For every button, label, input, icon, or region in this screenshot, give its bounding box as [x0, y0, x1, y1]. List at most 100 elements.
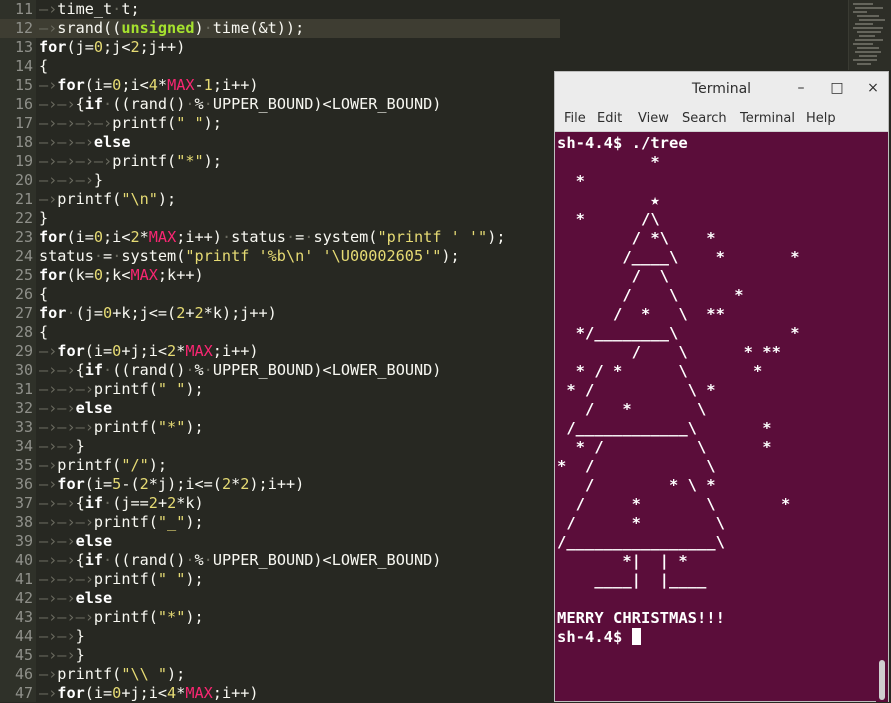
terminal-titlebar[interactable]: Terminal – □ ×	[555, 72, 888, 106]
code-line[interactable]: 22}	[0, 209, 560, 228]
line-source: —›for(i=0+j;i<2*MAX;i++)	[39, 342, 259, 360]
terminal-window[interactable]: Terminal – □ × File Edit View Search Ter…	[554, 71, 889, 702]
code-line[interactable]: 42 —›—›else	[0, 589, 560, 608]
code-line[interactable]: 26 {	[0, 285, 560, 304]
minimize-button[interactable]: –	[792, 79, 810, 97]
maximize-button[interactable]: □	[828, 79, 846, 97]
terminal-scrollbar[interactable]	[876, 132, 888, 702]
menu-terminal[interactable]: Terminal	[740, 111, 795, 126]
line-source: —›—›else	[39, 589, 113, 607]
line-source: —›—›}	[39, 437, 85, 455]
code-line[interactable]: 45 —›—›}	[0, 646, 560, 665]
line-source: —›—›else	[39, 399, 113, 417]
code-line[interactable]: 31 —›—›—›printf(" ");	[0, 380, 560, 399]
code-line[interactable]: 13 for(j=0;j<2;j++)	[0, 38, 560, 57]
code-line[interactable]: 27 for·(j=0+k;j<=(2+2*k);j++)	[0, 304, 560, 323]
line-source: —›for(i=0;i<4*MAX-1;i++)	[39, 76, 259, 94]
code-line[interactable]: 18 —›—›—›else	[0, 133, 560, 152]
minimap-line	[857, 47, 879, 49]
code-line[interactable]: 43 —›—›—›printf("*");	[0, 608, 560, 627]
scrollbar-thumb[interactable]	[879, 660, 885, 700]
line-source: —›—›{if·((rand()·%·UPPER_BOUND)<LOWER_BO…	[39, 95, 442, 113]
code-line[interactable]: 20 —›—›—›}	[0, 171, 560, 190]
minimap[interactable]	[848, 0, 891, 70]
menu-search[interactable]: Search	[682, 111, 727, 126]
line-source: —›—›{if·((rand()·%·UPPER_BOUND)<LOWER_BO…	[39, 361, 442, 379]
line-source: for(i=0;i<2*MAX;i++)·status·=·system("pr…	[39, 228, 506, 246]
line-number: 31	[14, 380, 33, 398]
terminal-line: / * \	[557, 514, 725, 532]
code-line[interactable]: 28 {	[0, 323, 560, 342]
line-number: 28	[14, 323, 33, 341]
code-line[interactable]: 47 —›for(i=0+j;i<4*MAX;i++)	[0, 684, 560, 703]
line-number: 15	[14, 76, 33, 94]
terminal-line: /____________\ *	[557, 419, 772, 437]
line-source: —›for(i=0+j;i<4*MAX;i++)	[39, 684, 259, 702]
line-number: 23	[14, 228, 33, 246]
text-cursor	[631, 628, 641, 645]
terminal-line: */________\ *	[557, 324, 800, 342]
code-line[interactable]: 24 status·=·system("printf '%b\n' '\U0000…	[0, 247, 560, 266]
code-line[interactable]: 36 —›for(i=5-(2*j);i<=(2*2);i++)	[0, 475, 560, 494]
line-number: 36	[14, 475, 33, 493]
terminal-line: * / * \ *	[557, 362, 763, 380]
line-source: —›—›—›printf("*");	[39, 418, 204, 436]
menu-file[interactable]: File	[564, 111, 586, 126]
code-line[interactable]: 16 —›—›{if·((rand()·%·UPPER_BOUND)<LOWER_…	[0, 95, 560, 114]
code-line[interactable]: 19 —›—›—›—›printf("*");	[0, 152, 560, 171]
line-source: —›printf("\\ ");	[39, 665, 186, 683]
line-source: —›—›—›printf(" ");	[39, 570, 204, 588]
close-button[interactable]: ×	[864, 79, 882, 97]
code-line[interactable]: 17 —›—›—›—›printf(" ");	[0, 114, 560, 133]
line-number: 12	[14, 19, 33, 37]
code-line[interactable]: 38 —›—›—›printf("_");	[0, 513, 560, 532]
code-line[interactable]: 34 —›—›}	[0, 437, 560, 456]
minimap-line	[857, 31, 881, 33]
code-line[interactable]: 46 —›printf("\\ ");	[0, 665, 560, 684]
line-source: {	[39, 323, 49, 341]
line-source: —›—›}	[39, 646, 85, 664]
line-number: 37	[14, 494, 33, 512]
line-source: —›time_t·t;	[39, 0, 140, 18]
terminal-line: / *\ *	[557, 229, 716, 247]
line-source: —›—›else	[39, 532, 113, 550]
code-line[interactable]: 23 for(i=0;i<2*MAX;i++)·status·=·system("…	[0, 228, 560, 247]
terminal-output[interactable]: sh-4.4$ ./tree * * ★ * /\ / *\ * /____\ …	[555, 132, 875, 702]
code-line[interactable]: 37 —›—›{if·(j==2+2*k)	[0, 494, 560, 513]
terminal-line: / \ * **	[557, 343, 781, 361]
menu-view[interactable]: View	[638, 111, 669, 126]
code-line[interactable]: 39 —›—›else	[0, 532, 560, 551]
code-line[interactable]: 25 for(k=0;k<MAX;k++)	[0, 266, 560, 285]
terminal-line: * / \ *	[557, 381, 716, 399]
code-line[interactable]: 11 —›time_t·t;	[0, 0, 560, 19]
code-line[interactable]: 35 —›printf("/");	[0, 456, 560, 475]
line-number: 22	[14, 209, 33, 227]
line-number: 16	[14, 95, 33, 113]
code-line[interactable]: 15 —›for(i=0;i<4*MAX-1;i++)	[0, 76, 560, 95]
line-source: {	[39, 285, 49, 303]
menu-help[interactable]: Help	[806, 111, 836, 126]
menu-edit[interactable]: Edit	[597, 111, 622, 126]
line-source: for·(j=0+k;j<=(2+2*k);j++)	[39, 304, 277, 322]
code-line[interactable]: 12 —›srand((unsigned)·time(&t));	[0, 19, 560, 38]
minimap-line	[855, 39, 883, 41]
minimap-line	[853, 3, 873, 5]
line-source: —›—›{if·((rand()·%·UPPER_BOUND)<LOWER_BO…	[39, 551, 442, 569]
line-source: {	[39, 57, 49, 75]
line-source: —›for(i=5-(2*j);i<=(2*2);i++)	[39, 475, 305, 493]
code-line[interactable]: 21 —›printf("\n");	[0, 190, 560, 209]
code-line[interactable]: 32 —›—›else	[0, 399, 560, 418]
code-line[interactable]: 30 —›—›{if·((rand()·%·UPPER_BOUND)<LOWER_…	[0, 361, 560, 380]
code-line[interactable]: 14 {	[0, 57, 560, 76]
terminal-line: ★	[557, 191, 660, 209]
code-line[interactable]: 29 —›for(i=0+j;i<2*MAX;i++)	[0, 342, 560, 361]
line-source: —›—›{if·(j==2+2*k)	[39, 494, 204, 512]
code-line[interactable]: 44 —›—›}	[0, 627, 560, 646]
code-line[interactable]: 40 —›—›{if·((rand()·%·UPPER_BOUND)<LOWER_…	[0, 551, 560, 570]
terminal-line: *| | *	[557, 552, 688, 570]
terminal-line: * / \	[557, 457, 716, 475]
code-line[interactable]: 33 —›—›—›printf("*");	[0, 418, 560, 437]
terminal-line: /________________\	[557, 533, 725, 551]
minimap-line	[859, 35, 875, 37]
code-line[interactable]: 41 —›—›—›printf(" ");	[0, 570, 560, 589]
